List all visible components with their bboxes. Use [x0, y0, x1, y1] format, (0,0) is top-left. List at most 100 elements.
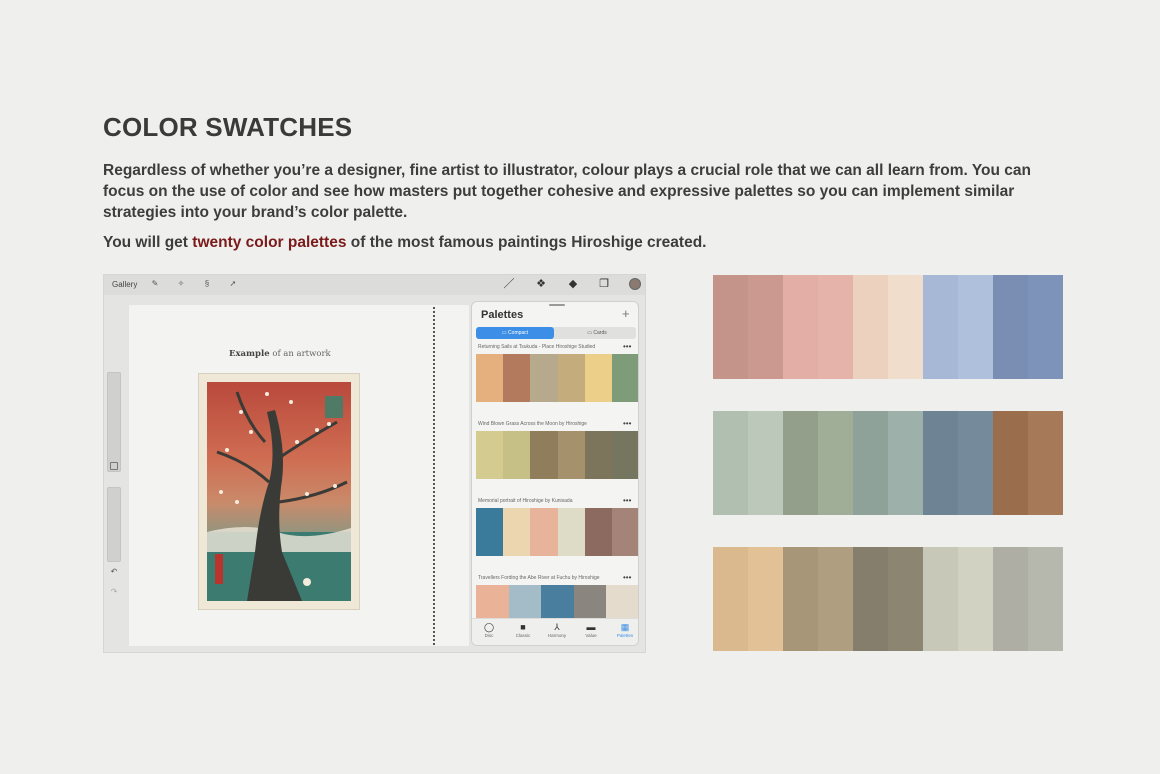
swatch-color — [713, 547, 748, 651]
nav-palettes[interactable]: ▦ Palettes — [610, 622, 638, 638]
smudge-icon[interactable]: ❖ — [534, 277, 548, 291]
palette-color[interactable] — [476, 508, 504, 556]
swatch-color — [853, 275, 888, 379]
nav-classic[interactable]: ■ Classic — [508, 622, 538, 638]
tagline-after: of the most famous paintings Hiroshige c… — [346, 234, 707, 251]
value-icon: ▬ — [586, 622, 596, 632]
artist-seal — [215, 554, 223, 584]
palette-color[interactable] — [611, 354, 638, 402]
nav-label: Harmony — [547, 633, 567, 638]
swatch-color — [923, 411, 958, 515]
palette-name[interactable]: Returning Sails at Tsukuda - Place Hiros… — [478, 344, 595, 350]
wrench-icon[interactable]: ✎ — [150, 279, 160, 289]
palette-color[interactable] — [611, 431, 638, 479]
palette-color[interactable] — [557, 354, 585, 402]
palette-more-icon[interactable]: ••• — [623, 497, 631, 505]
nav-label: Value — [585, 633, 597, 638]
palette-name[interactable]: Travellers Fording the Abe River at Fuch… — [478, 575, 600, 581]
swatch-color — [818, 547, 853, 651]
swatch-color — [1028, 275, 1063, 379]
swatch-color — [853, 547, 888, 651]
palette-color[interactable] — [503, 354, 531, 402]
palette-color[interactable] — [557, 508, 585, 556]
plum-garden-painting — [207, 382, 351, 601]
color-picker-button[interactable] — [629, 278, 641, 290]
side-toolbar: ↶ ↷ — [104, 367, 124, 607]
drawing-canvas[interactable]: Example of an artwork — [129, 305, 469, 646]
palette-color[interactable] — [584, 431, 612, 479]
harmony-icon: ⅄ — [554, 622, 560, 632]
palette-color[interactable] — [476, 431, 504, 479]
swatch-color — [888, 275, 923, 379]
palette-name[interactable]: Memorial portrait of Hiroshige by Kunisa… — [478, 498, 573, 504]
color-swatch-strip — [713, 275, 1063, 379]
swatch-color — [958, 547, 993, 651]
view-toggle: ▭ Compact ▭ Cards — [476, 327, 636, 339]
redo-icon[interactable]: ↷ — [109, 587, 119, 596]
swatch-color — [923, 275, 958, 379]
brush-icon[interactable]: ／ — [502, 277, 516, 291]
palette-color[interactable] — [611, 508, 638, 556]
nav-harmony[interactable]: ⅄ Harmony — [542, 622, 572, 638]
swatch-color — [923, 547, 958, 651]
opacity-slider[interactable] — [107, 487, 121, 562]
palette-strip — [476, 354, 638, 402]
selection-icon[interactable]: § — [202, 279, 212, 289]
palette-color[interactable] — [530, 431, 558, 479]
palette-color[interactable] — [530, 508, 558, 556]
tab-compact[interactable]: ▭ Compact — [476, 327, 554, 339]
tagline-highlight: twenty color palettes — [192, 234, 347, 251]
color-swatch-strip — [713, 547, 1063, 651]
intro-paragraph: Regardless of whether you’re a designer,… — [103, 162, 1031, 221]
swatch-color — [958, 411, 993, 515]
nav-label: Classic — [515, 633, 531, 638]
transform-icon[interactable]: ➚ — [228, 279, 238, 289]
undo-icon[interactable]: ↶ — [109, 567, 119, 576]
palettes-icon: ▦ — [620, 622, 630, 632]
modify-button[interactable] — [110, 462, 118, 470]
palette-color[interactable] — [530, 354, 558, 402]
swatch-color — [993, 411, 1028, 515]
tab-compact-label: Compact — [508, 330, 529, 336]
procreate-screenshot: Gallery ✎ ✧ § ➚ ／ ❖ ◆ ❐ ↶ ↷ Example of a… — [103, 274, 646, 653]
palette-name[interactable]: Wind Blown Grass Across the Moon by Hiro… — [478, 421, 587, 427]
example-bold: Example — [229, 349, 270, 359]
swatch-color — [748, 275, 783, 379]
swatch-color — [958, 275, 993, 379]
palette-color[interactable] — [503, 431, 531, 479]
swatch-color — [1028, 547, 1063, 651]
swatch-color — [713, 411, 748, 515]
eraser-icon[interactable]: ◆ — [566, 277, 580, 291]
tagline: You will get twenty color palettes of th… — [103, 234, 706, 252]
palette-color[interactable] — [584, 354, 612, 402]
swatch-color — [783, 275, 818, 379]
palette-more-icon[interactable]: ••• — [623, 420, 631, 428]
palette-color[interactable] — [557, 431, 585, 479]
palette-more-icon[interactable]: ••• — [623, 574, 631, 582]
nav-disc[interactable]: ◯ Disc — [474, 622, 504, 638]
brush-size-slider[interactable] — [107, 372, 121, 472]
palette-more-icon[interactable]: ••• — [623, 343, 631, 351]
panel-title: Palettes — [481, 309, 524, 321]
palette-color[interactable] — [584, 508, 612, 556]
swatch-color — [748, 547, 783, 651]
disc-icon: ◯ — [483, 622, 495, 632]
gallery-button[interactable]: Gallery — [112, 280, 137, 289]
nav-label: Disc — [484, 633, 494, 638]
title-cartouche — [325, 396, 343, 418]
magic-wand-icon[interactable]: ✧ — [176, 279, 186, 289]
palette-color[interactable] — [476, 354, 504, 402]
add-palette-button[interactable]: + — [622, 306, 630, 321]
palette-strip — [476, 508, 638, 556]
example-label: Example of an artwork — [229, 349, 331, 359]
canvas-divider — [433, 307, 435, 645]
layers-icon[interactable]: ❐ — [597, 277, 611, 291]
panel-grabber[interactable] — [549, 304, 565, 306]
tab-cards[interactable]: ▭ Cards — [558, 327, 636, 339]
nav-value[interactable]: ▬ Value — [576, 622, 606, 638]
color-mode-nav: ◯ Disc ■ Classic ⅄ Harmony ▬ Value ▦ Palettes — [472, 618, 638, 645]
palette-color[interactable] — [503, 508, 531, 556]
swatch-color — [818, 411, 853, 515]
classic-icon: ■ — [520, 622, 526, 632]
nav-label: Palettes — [616, 633, 634, 638]
